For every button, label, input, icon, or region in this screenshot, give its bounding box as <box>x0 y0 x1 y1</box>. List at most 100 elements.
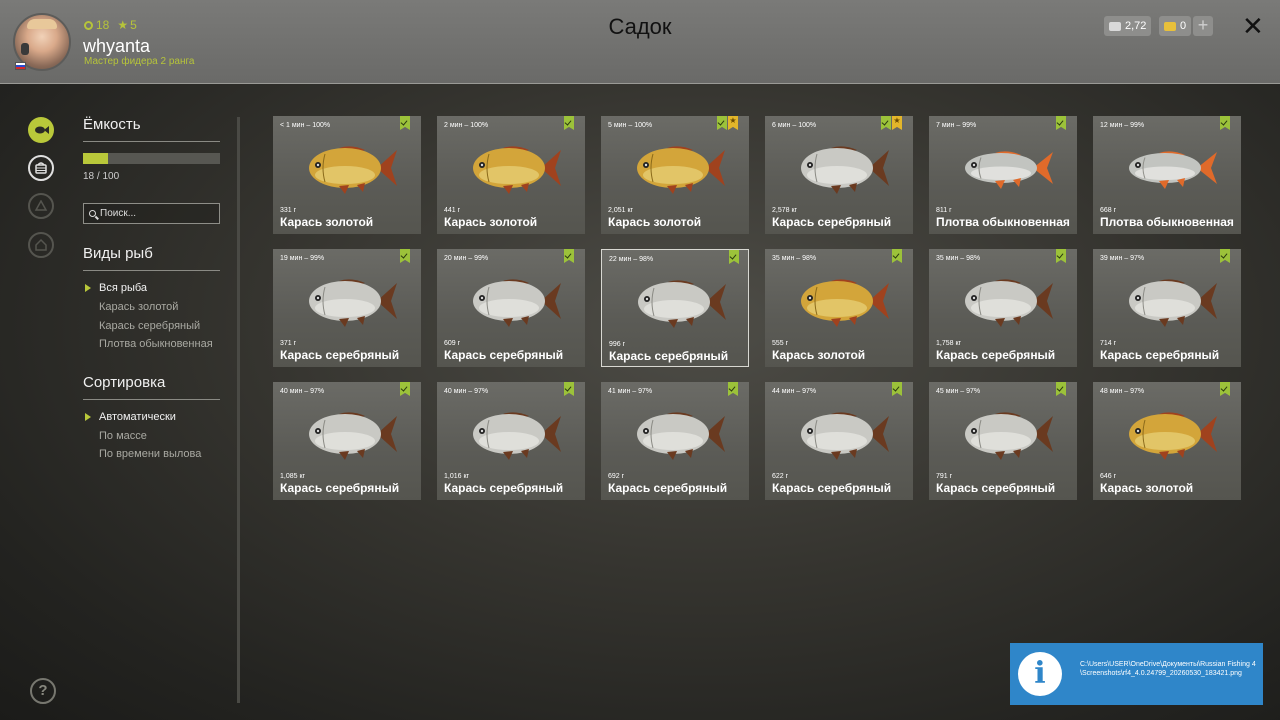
top-bar: 18 ★ 5 whyanta Мастер фидера 2 ранга Садо… <box>0 0 1280 84</box>
fish-card[interactable]: 35 мин – 98% 1,758 кг Карась серебряный <box>929 249 1077 367</box>
fish-weight: 996 г <box>609 341 626 348</box>
fish-card[interactable]: 48 мин – 97% 646 г Карась золотой <box>1093 382 1241 500</box>
player-rank: Мастер фидера 2 ранга <box>84 56 195 67</box>
fish-card[interactable]: 19 мин – 99% 371 г Карась серебряный <box>273 249 421 367</box>
fish-image <box>801 412 889 460</box>
species-option-gold-crucian[interactable]: Карась золотой <box>99 301 178 313</box>
species-option-all[interactable]: Вся рыба <box>85 282 147 294</box>
fish-name: Карась золотой <box>444 215 538 229</box>
bookmark-check-icon[interactable] <box>400 249 410 263</box>
catch-time: 40 мин – 97% <box>444 388 489 395</box>
fish-weight: 1,016 кг <box>444 473 470 480</box>
bookmark-check-icon[interactable] <box>1056 116 1066 130</box>
close-button[interactable]: ✕ <box>1242 12 1264 40</box>
selected-marker-icon <box>85 413 91 421</box>
fish-name: Карась золотой <box>280 215 374 229</box>
catch-time: 44 мин – 97% <box>772 388 817 395</box>
fish-weight: 555 г <box>772 340 789 347</box>
add-gold-button[interactable]: + <box>1193 16 1213 36</box>
fish-card[interactable]: 44 мин – 97% 622 г Карась серебряный <box>765 382 913 500</box>
bookmark-check-icon[interactable] <box>1220 382 1230 396</box>
bookmark-check-icon[interactable] <box>564 382 574 396</box>
fish-card[interactable]: 41 мин – 97% 692 г Карась серебряный <box>601 382 749 500</box>
sort-option-time[interactable]: По времени вылова <box>99 448 201 460</box>
microphone-graphic <box>21 43 29 55</box>
fish-card[interactable]: 7 мин – 99% 811 г Плотва обыкновенная <box>929 116 1077 234</box>
bookmark-check-icon[interactable] <box>728 382 738 396</box>
fish-weight: 609 г <box>444 340 461 347</box>
capacity-heading: Ёмкость <box>83 116 141 133</box>
fish-weight: 441 г <box>444 207 461 214</box>
catch-time: 45 мин – 97% <box>936 388 981 395</box>
bookmark-check-icon[interactable] <box>881 116 891 130</box>
fish-name: Карась серебряный <box>608 481 728 495</box>
bookmark-check-icon[interactable] <box>400 116 410 130</box>
bookmark-check-icon[interactable] <box>892 382 902 396</box>
sort-option-auto[interactable]: Автоматически <box>85 411 176 423</box>
bookmark-check-icon[interactable] <box>564 249 574 263</box>
bookmark-check-icon[interactable] <box>400 382 410 396</box>
fish-weight: 371 г <box>280 340 297 347</box>
fish-card[interactable]: 35 мин – 98% 555 г Карась золотой <box>765 249 913 367</box>
catch-time: 35 мин – 98% <box>772 255 817 262</box>
catch-time: 2 мин – 100% <box>444 122 489 129</box>
catch-time: 5 мин – 100% <box>608 122 653 129</box>
catch-time: 40 мин – 97% <box>280 388 325 395</box>
fish-image <box>473 279 561 327</box>
bookmark-check-icon[interactable] <box>1220 249 1230 263</box>
fish-weight: 692 г <box>608 473 625 480</box>
fish-name: Карась золотой <box>772 348 866 362</box>
fish-card[interactable]: 40 мин – 97% 1,085 кг Карась серебряный <box>273 382 421 500</box>
sort-option-weight[interactable]: По массе <box>99 430 147 442</box>
trophy-star-icon: ★ <box>892 116 902 130</box>
fish-weight: 1,758 кг <box>936 340 962 347</box>
catch-time: 6 мин – 100% <box>772 122 817 129</box>
bookmark-check-icon[interactable] <box>717 116 727 130</box>
bookmark-check-icon[interactable] <box>564 116 574 130</box>
gold-coins-icon <box>1164 21 1176 31</box>
silver-coins-icon <box>1109 21 1121 31</box>
fish-card[interactable]: < 1 мин – 100% 331 г Карась золотой <box>273 116 421 234</box>
species-heading: Виды рыб <box>83 245 153 262</box>
divider <box>83 399 220 400</box>
fish-card[interactable]: 2 мин – 100% 441 г Карась золотой <box>437 116 585 234</box>
bookmark-check-icon[interactable] <box>729 250 739 264</box>
bookmark-check-icon[interactable] <box>892 249 902 263</box>
fish-name: Карась серебряный <box>936 348 1056 362</box>
catch-time: 20 мин – 99% <box>444 255 489 262</box>
search-box[interactable] <box>83 203 220 224</box>
bookmark-check-icon[interactable] <box>1220 116 1230 130</box>
fish-card[interactable]: 12 мин – 99% 668 г Плотва обыкновенная <box>1093 116 1241 234</box>
species-option-silver-crucian[interactable]: Карась серебряный <box>99 320 200 332</box>
screenshot-notification[interactable]: i C:\Users\USER\OneDrive\Документы\Russi… <box>1010 643 1263 705</box>
fish-card[interactable]: 45 мин – 97% 791 г Карась серебряный <box>929 382 1077 500</box>
help-button[interactable]: ? <box>30 678 56 704</box>
search-input[interactable] <box>100 208 210 219</box>
fish-name: Плотва обыкновенная <box>936 215 1070 229</box>
fish-card[interactable]: 22 мин – 98% 996 г Карась серебряный <box>601 249 749 367</box>
fish-weight: 2,051 кг <box>608 207 634 214</box>
divider <box>83 270 220 271</box>
selected-marker-icon <box>85 284 91 292</box>
keepnet-fish-icon[interactable] <box>28 117 54 143</box>
catch-time: < 1 мин – 100% <box>280 122 331 129</box>
fish-card[interactable]: 6 мин – 100% ★ 2,578 кг Карась серебряный <box>765 116 913 234</box>
fish-image <box>309 279 397 327</box>
fish-card[interactable]: 39 мин – 97% 714 г Карась серебряный <box>1093 249 1241 367</box>
bookmark-check-icon[interactable] <box>1056 249 1066 263</box>
basket-icon[interactable] <box>28 155 54 181</box>
fish-name: Карась серебряный <box>936 481 1056 495</box>
fish-name: Карась золотой <box>608 215 702 229</box>
panel-divider <box>237 117 240 703</box>
bookmark-check-icon[interactable] <box>1056 382 1066 396</box>
catch-time: 19 мин – 99% <box>280 255 325 262</box>
fish-image <box>1129 412 1217 460</box>
species-option-roach[interactable]: Плотва обыкновенная <box>99 338 213 350</box>
fish-card[interactable]: 5 мин – 100% ★ 2,051 кг Карась золотой <box>601 116 749 234</box>
fish-image <box>309 146 397 194</box>
fish-image <box>309 412 397 460</box>
fish-image <box>1129 151 1217 189</box>
fish-card[interactable]: 20 мин – 99% 609 г Карась серебряный <box>437 249 585 367</box>
fish-card[interactable]: 40 мин – 97% 1,016 кг Карась серебряный <box>437 382 585 500</box>
fish-image <box>638 280 726 328</box>
